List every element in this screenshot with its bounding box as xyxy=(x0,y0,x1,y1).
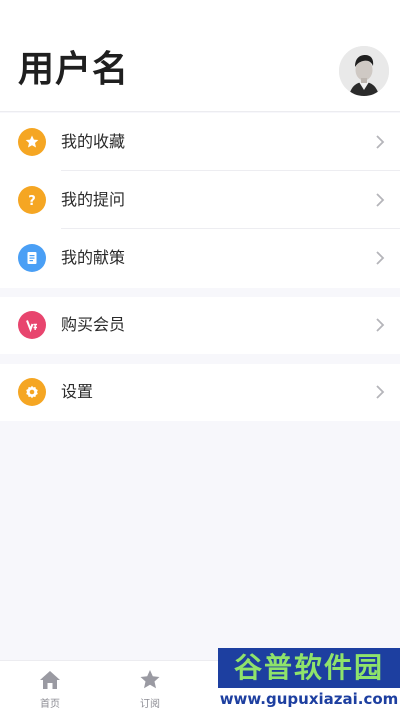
star-icon xyxy=(140,670,160,689)
chevron-right-icon xyxy=(376,251,385,265)
menu-group-primary: 我的收藏 ? 我的提问 我的献策 xyxy=(0,113,400,288)
avatar-image xyxy=(339,46,389,96)
menu-item-buy-membership[interactable]: 购买会员 xyxy=(0,297,400,354)
gear-icon xyxy=(18,378,46,406)
menu-group-membership: 购买会员 xyxy=(0,297,400,354)
watermark-url: www.gupuxiazai.com xyxy=(218,688,400,711)
tab-label: 首页 xyxy=(40,699,60,710)
tab-label: 订阅 xyxy=(140,699,160,710)
menu-group-settings: 设置 xyxy=(0,364,400,421)
menu-item-favorites[interactable]: 我的收藏 xyxy=(0,113,400,171)
chevron-right-icon xyxy=(376,318,385,332)
menu-item-label: 我的收藏 xyxy=(61,132,126,151)
menu-item-label: 设置 xyxy=(61,382,94,401)
menu-item-label: 购买会员 xyxy=(61,315,126,334)
menu-item-suggestions[interactable]: 我的献策 xyxy=(0,229,400,287)
document-icon xyxy=(18,244,46,272)
home-icon xyxy=(40,671,60,689)
username: 用户名 xyxy=(18,49,130,90)
chevron-right-icon xyxy=(376,135,385,149)
watermark-title: 谷普软件园 xyxy=(218,648,400,688)
watermark: 谷普软件园 www.gupuxiazai.com xyxy=(218,648,400,711)
star-icon xyxy=(18,128,46,156)
vip-icon xyxy=(18,311,46,339)
menu-item-settings[interactable]: 设置 xyxy=(0,364,400,421)
tab-subscribe[interactable]: 订阅 xyxy=(100,661,200,711)
question-icon: ? xyxy=(18,186,46,214)
chevron-right-icon xyxy=(376,385,385,399)
avatar[interactable] xyxy=(339,46,389,96)
svg-text:?: ? xyxy=(28,194,36,208)
chevron-right-icon xyxy=(376,193,385,207)
menu-item-label: 我的献策 xyxy=(61,248,126,267)
menu-item-questions[interactable]: ? 我的提问 xyxy=(0,171,400,229)
tab-home[interactable]: 首页 xyxy=(0,661,100,711)
profile-header: 用户名 xyxy=(0,0,400,112)
menu-item-label: 我的提问 xyxy=(61,190,126,209)
